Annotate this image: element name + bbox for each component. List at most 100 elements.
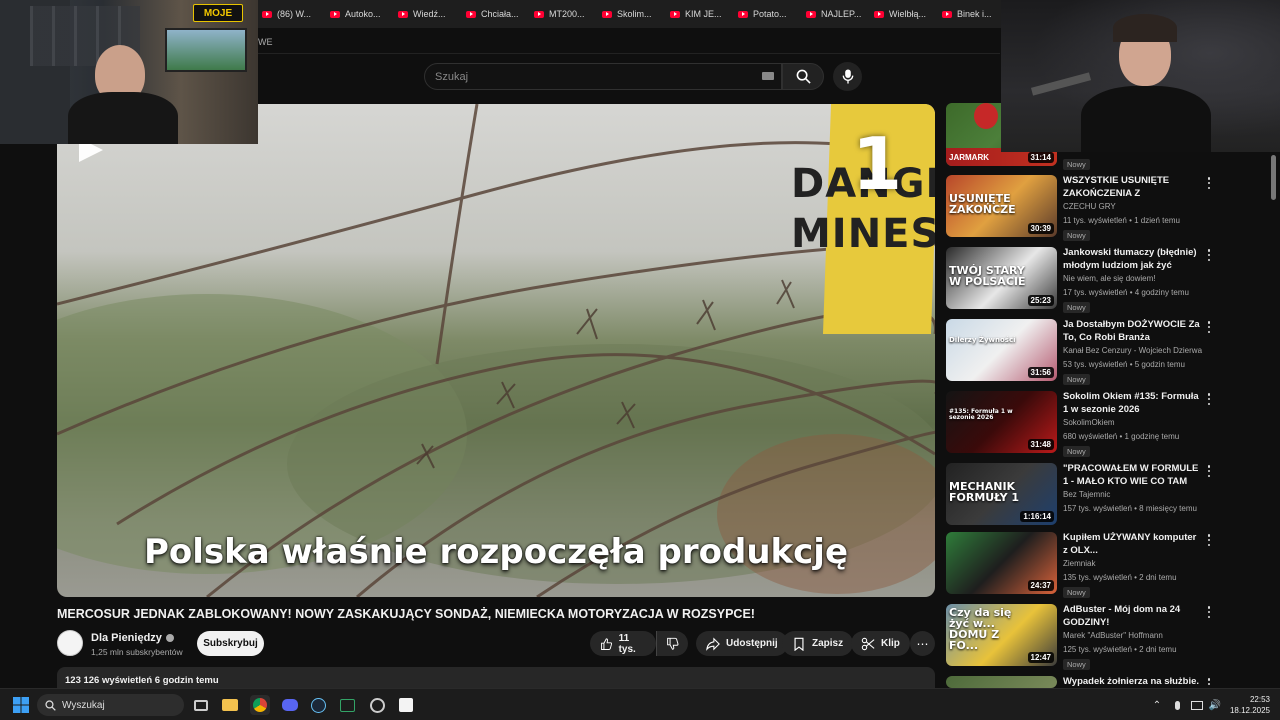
search-input[interactable] <box>425 64 745 89</box>
bookmark-item[interactable]: KIM JE... <box>670 0 738 28</box>
obs-icon[interactable] <box>368 696 386 714</box>
youtube-favicon-icon <box>534 10 544 18</box>
recommendation-title[interactable]: Jankowski tłumaczy (błędnie) młodym ludz… <box>1063 247 1203 272</box>
recommendation-item[interactable]: USUNIĘTE ZAKOŃCZE 30:39 WSZYSTKIE USUNIĘTE… <box>946 175 1216 241</box>
recommendation-channel[interactable]: CZECHU GRY <box>1063 202 1116 211</box>
recommendation-item[interactable]: 24:37 Kupiłem UŻYWANY komputer z OLX... Zi… <box>946 532 1216 598</box>
recommendation-item[interactable]: MECHANIK FORMUŁY 1 1:16:14 "PRACOWAŁEM W F… <box>946 463 1216 525</box>
recommendation-title[interactable]: Sokolim Okiem #135: Formuła 1 w sezonie … <box>1063 391 1203 416</box>
recommendation-title[interactable]: Kupiłem UŻYWANY komputer z OLX... <box>1063 532 1203 557</box>
app-icon[interactable] <box>397 696 415 714</box>
recommendation-title[interactable]: AdBuster - Mój dom na 24 GODZINY! <box>1063 604 1203 629</box>
keyboard-icon[interactable] <box>762 72 774 80</box>
bookmark-item[interactable]: Wielbłą... <box>874 0 942 28</box>
system-clock[interactable]: 22:53 18.12.2025 <box>1230 694 1270 716</box>
recommendation-channel[interactable]: Marek "AdBuster" Hoffmann <box>1063 631 1163 640</box>
network-icon[interactable] <box>1188 696 1206 714</box>
more-vertical-icon[interactable] <box>1204 248 1214 262</box>
recommendation-meta: 17 tys. wyświetleń • 4 godziny temu <box>1063 288 1189 297</box>
bookmark-item[interactable]: Chciała... <box>466 0 534 28</box>
bookmark-item[interactable]: NAJLEP... <box>806 0 874 28</box>
bookmark-item[interactable]: Binek i... <box>942 0 1010 28</box>
bookmark-item[interactable]: Potato... <box>738 0 806 28</box>
like-button[interactable]: 11 tys. <box>590 631 656 656</box>
recommendation-channel[interactable]: SokolimOkiem <box>1063 418 1115 427</box>
recommendation-meta: 135 tys. wyświetleń • 2 dni temu <box>1063 573 1177 582</box>
bookmark-item[interactable]: MT200... <box>534 0 602 28</box>
recommendation-thumbnail[interactable]: #135: Formuła 1 w sezonie 2026 31:48 <box>946 391 1057 453</box>
more-vertical-icon[interactable] <box>1204 392 1214 406</box>
subbar-text: WE <box>258 37 273 47</box>
recommendation-thumbnail[interactable]: USUNIĘTE ZAKOŃCZE 30:39 <box>946 175 1057 237</box>
recommendation-channel[interactable]: Bez Tajemnic <box>1063 490 1110 499</box>
microphone-icon[interactable] <box>1168 696 1186 714</box>
recommendation-title[interactable]: WSZYSTKIE USUNIĘTE ZAKOŃCZENIA Z CYBERPU… <box>1063 175 1203 200</box>
windows-start-icon[interactable] <box>12 696 30 714</box>
voice-search-button[interactable] <box>833 62 862 91</box>
save-button[interactable]: Zapisz <box>782 631 854 656</box>
recommendation-item[interactable]: Dilerzy Żywności 31:56 Ja Dostałbym DOŻYWO… <box>946 319 1216 385</box>
page-scrollbar[interactable] <box>1271 155 1276 200</box>
task-view-icon[interactable] <box>192 696 210 714</box>
excel-icon[interactable] <box>338 696 356 714</box>
more-actions-button[interactable]: ⋯ <box>910 631 935 656</box>
youtube-favicon-icon <box>330 10 340 18</box>
recommendation-channel[interactable]: Nie wiem, ale się dowiem! <box>1063 274 1155 283</box>
video-duration: 31:56 <box>1027 367 1054 378</box>
youtube-favicon-icon <box>942 10 952 18</box>
recommendation-item[interactable]: Czy da się żyć w... DOMU Z FO... 12:47 AdB… <box>946 604 1216 670</box>
file-explorer-icon[interactable] <box>221 696 239 714</box>
recommendation-thumbnail[interactable]: Czy da się żyć w... DOMU Z FO... 12:47 <box>946 604 1057 666</box>
share-button[interactable]: Udostępnij <box>696 631 788 656</box>
search-icon <box>796 69 811 84</box>
bookmark-item[interactable]: (86) W... <box>262 0 330 28</box>
new-badge: Nowy <box>1063 302 1090 313</box>
search-box[interactable] <box>424 63 782 90</box>
discord-icon[interactable] <box>281 696 299 714</box>
recommendation-channel[interactable]: Kanał Bez Cenzury - Wojciech Dzierwa <box>1063 346 1202 355</box>
new-badge: Nowy <box>1063 587 1090 598</box>
chrome-icon[interactable] <box>250 695 270 715</box>
recommendation-title[interactable]: "PRACOWAŁEM W FORMULE 1 - MAŁO KTO WIE C… <box>1063 463 1203 488</box>
more-vertical-icon[interactable] <box>1204 605 1214 619</box>
more-vertical-icon[interactable] <box>1204 176 1214 190</box>
new-badge: Nowy <box>1063 374 1090 385</box>
more-vertical-icon[interactable] <box>1204 320 1214 334</box>
dislike-button[interactable] <box>656 631 688 656</box>
more-vertical-icon[interactable] <box>1204 533 1214 547</box>
views-and-date: 123 126 wyświetleń 6 godzin temu <box>65 675 219 686</box>
recommendation-item[interactable]: Wypadek żołnierza na służbie. <box>946 676 1216 688</box>
subscribe-button[interactable]: Subskrybuj <box>197 631 264 656</box>
video-duration: 31:48 <box>1027 439 1054 450</box>
recommendation-item[interactable]: TWÓJ STARY W POLSACIE 25:23 Jankowski tłum… <box>946 247 1216 313</box>
recommendation-thumbnail[interactable] <box>946 676 1057 688</box>
recommendation-meta: 11 tys. wyświetleń • 1 dzień temu <box>1063 216 1180 225</box>
channel-name[interactable]: Dla Pieniędzy <box>91 632 162 644</box>
volume-icon[interactable]: 🔊 <box>1206 696 1224 714</box>
recommendation-thumbnail[interactable]: MECHANIK FORMUŁY 1 1:16:14 <box>946 463 1057 525</box>
video-duration: 1:16:14 <box>1020 511 1054 522</box>
clip-button[interactable]: Klip <box>851 631 910 656</box>
channel-name-row[interactable]: Dla Pieniędzy <box>91 632 174 644</box>
recommendation-channel[interactable]: Ziemniak <box>1063 559 1095 568</box>
bookmark-label: Binek i... <box>957 9 992 19</box>
search-button[interactable] <box>782 63 824 90</box>
recommendation-item[interactable]: #135: Formuła 1 w sezonie 2026 31:48 Sokol… <box>946 391 1216 457</box>
recommendation-title[interactable]: Wypadek żołnierza na służbie. <box>1063 676 1203 688</box>
bookmark-label: NAJLEP... <box>821 9 862 19</box>
bookmark-item[interactable]: Wiedź... <box>398 0 466 28</box>
more-vertical-icon[interactable] <box>1204 464 1214 478</box>
recommendation-thumbnail[interactable]: Dilerzy Żywności 31:56 <box>946 319 1057 381</box>
video-player[interactable]: DANGER MINES 1 Polska właśnie rozpoczęła… <box>57 104 935 597</box>
recommendation-thumbnail[interactable]: TWÓJ STARY W POLSACIE 25:23 <box>946 247 1057 309</box>
more-vertical-icon[interactable] <box>1204 677 1214 688</box>
recommendation-title[interactable]: Ja Dostałbym DOŻYWOCIE Za To, Co Robi Br… <box>1063 319 1203 344</box>
chevron-up-icon[interactable]: ⌃ <box>1148 696 1166 714</box>
overlay-logo: MOJE <box>203 7 233 19</box>
channel-avatar[interactable] <box>57 630 83 656</box>
bookmark-item[interactable]: Skolim... <box>602 0 670 28</box>
steam-icon[interactable] <box>309 696 327 714</box>
recommendation-thumbnail[interactable]: 24:37 <box>946 532 1057 594</box>
taskbar-search[interactable]: Wyszukaj <box>37 694 184 716</box>
bookmark-item[interactable]: Autoko... <box>330 0 398 28</box>
